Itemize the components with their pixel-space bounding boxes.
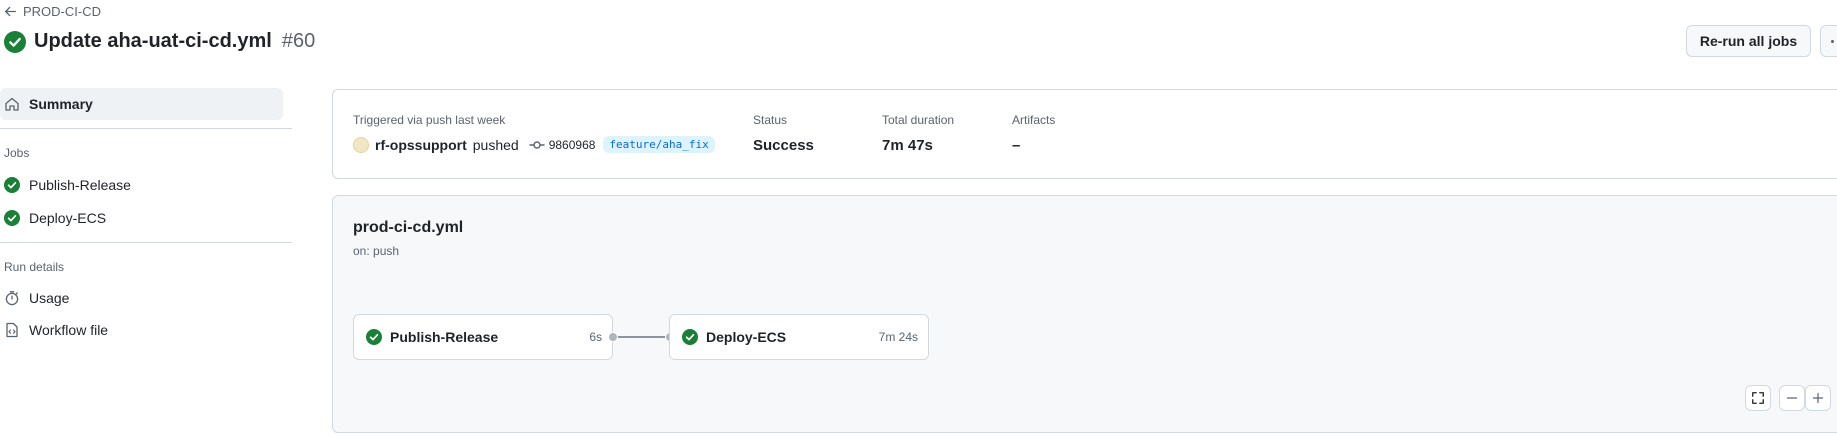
workflow-trigger: on: push	[353, 244, 400, 258]
sidebar-divider	[0, 128, 292, 129]
check-circle-icon	[4, 210, 20, 226]
job-duration: 6s	[589, 330, 602, 344]
sidebar-item-deploy-ecs[interactable]: Deploy-ECS	[4, 210, 106, 226]
status-label: Status	[753, 113, 788, 127]
duration-meta: Total duration 7m 47s	[882, 113, 954, 154]
job-duration: 7m 24s	[878, 330, 918, 344]
fullscreen-button[interactable]	[1745, 385, 1771, 411]
artifacts-meta: Artifacts –	[1012, 113, 1055, 154]
file-code-icon	[6, 322, 18, 338]
trigger-line: rf-opssupport pushed 9860968 feature/aha…	[353, 136, 715, 153]
home-icon	[5, 97, 19, 111]
run-summary-card: Triggered via push last week rf-opssuppo…	[332, 89, 1837, 179]
zoom-out-button[interactable]	[1779, 385, 1805, 411]
fullscreen-icon	[1752, 392, 1764, 404]
check-circle-icon	[366, 329, 382, 345]
git-commit-icon	[529, 140, 545, 149]
jobs-heading: Jobs	[4, 146, 30, 160]
status-value: Success	[753, 137, 814, 154]
zoom-in-button[interactable]	[1805, 385, 1831, 411]
trigger-user-link[interactable]: rf-opssupport	[375, 137, 467, 153]
job-name: Publish-Release	[390, 329, 499, 345]
run-number: #60	[281, 30, 316, 52]
back-link-label: PROD-CI-CD	[23, 4, 101, 19]
trigger-label: Triggered via push last week	[353, 113, 506, 127]
page-title-row: Update aha-uat-ci-cd.yml #60	[4, 30, 315, 53]
sidebar-divider	[0, 242, 292, 243]
check-circle-icon	[4, 177, 20, 193]
kebab-icon	[1831, 39, 1834, 43]
sidebar-item-label: Publish-Release	[29, 177, 131, 193]
job-connector	[613, 336, 670, 338]
status-meta: Status Success	[753, 113, 814, 154]
stopwatch-icon	[5, 291, 19, 306]
commit-sha-link[interactable]: 9860968	[549, 138, 596, 152]
check-circle-icon	[4, 30, 26, 53]
branch-badge[interactable]: feature/aha_fix	[603, 136, 715, 153]
artifacts-value: –	[1012, 137, 1021, 154]
sidebar-item-summary[interactable]: Summary	[0, 88, 283, 120]
page-title: Update aha-uat-ci-cd.yml	[34, 30, 272, 52]
duration-label: Total duration	[882, 113, 955, 127]
sidebar-item-label: Usage	[29, 290, 70, 306]
artifacts-label: Artifacts	[1012, 113, 1056, 127]
job-node-deploy-ecs[interactable]: Deploy-ECS 7m 24s	[669, 314, 929, 360]
duration-value: 7m 47s	[882, 137, 933, 154]
minus-icon	[1786, 397, 1798, 399]
sidebar-item-publish-release[interactable]: Publish-Release	[4, 177, 131, 193]
workflow-graph-card: prod-ci-cd.yml on: push Publish-Release …	[332, 195, 1837, 433]
run-details-heading: Run details	[4, 260, 65, 274]
trigger-action: pushed	[472, 136, 519, 153]
connector-dot	[608, 332, 618, 342]
sidebar-item-label: Deploy-ECS	[29, 210, 107, 226]
more-options-button[interactable]	[1820, 25, 1837, 57]
workflow-name: prod-ci-cd.yml	[353, 219, 464, 236]
sidebar-item-usage[interactable]: Usage	[4, 290, 69, 306]
job-name: Deploy-ECS	[706, 329, 787, 345]
job-node-publish-release[interactable]: Publish-Release 6s	[353, 314, 613, 360]
plus-icon	[1812, 392, 1824, 404]
back-link[interactable]: PROD-CI-CD	[4, 4, 101, 19]
rerun-all-jobs-button[interactable]: Re-run all jobs	[1686, 25, 1811, 57]
sidebar-item-label: Workflow file	[29, 322, 109, 338]
check-circle-icon	[682, 329, 698, 345]
sidebar-item-label: Summary	[29, 96, 93, 112]
arrow-left-icon	[4, 6, 17, 17]
avatar[interactable]	[353, 136, 369, 153]
sidebar-item-workflow-file[interactable]: Workflow file	[4, 322, 108, 338]
